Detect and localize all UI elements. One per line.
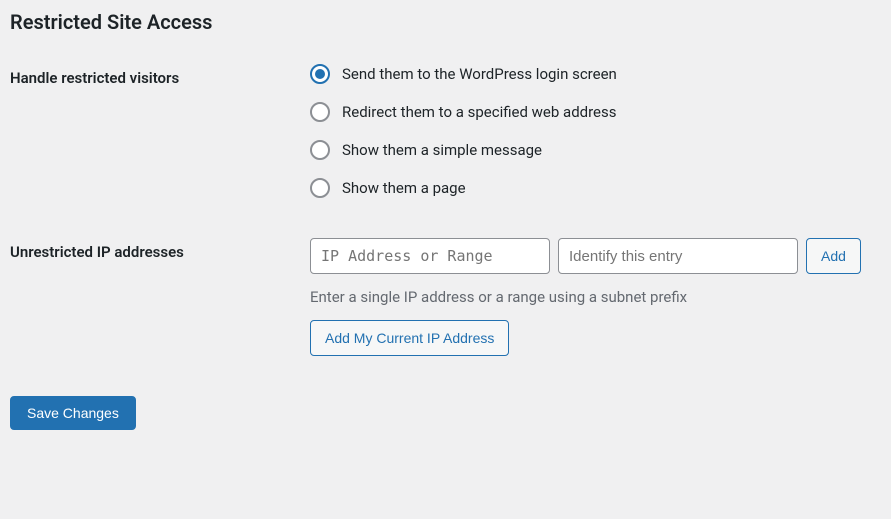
radio-label: Send them to the WordPress login screen bbox=[342, 65, 617, 83]
radio-label: Show them a simple message bbox=[342, 141, 542, 159]
add-my-ip-button[interactable]: Add My Current IP Address bbox=[310, 320, 509, 356]
radio-option-message[interactable]: Show them a simple message bbox=[310, 140, 881, 160]
radio-option-redirect[interactable]: Redirect them to a specified web address bbox=[310, 102, 881, 122]
radio-icon bbox=[310, 178, 330, 198]
radio-icon bbox=[310, 102, 330, 122]
handle-restricted-radio-group: Send them to the WordPress login screen … bbox=[310, 64, 881, 198]
ip-description: Enter a single IP address or a range usi… bbox=[310, 288, 881, 306]
radio-icon bbox=[310, 140, 330, 160]
radio-option-page[interactable]: Show them a page bbox=[310, 178, 881, 198]
radio-label: Show them a page bbox=[342, 179, 466, 197]
radio-option-login[interactable]: Send them to the WordPress login screen bbox=[310, 64, 881, 84]
handle-restricted-label: Handle restricted visitors bbox=[10, 64, 310, 87]
ip-address-input[interactable] bbox=[310, 238, 550, 274]
section-heading: Restricted Site Access bbox=[10, 10, 881, 34]
radio-label: Redirect them to a specified web address bbox=[342, 103, 617, 121]
save-changes-button[interactable]: Save Changes bbox=[10, 396, 136, 430]
add-ip-button[interactable]: Add bbox=[806, 238, 861, 274]
unrestricted-ip-label: Unrestricted IP addresses bbox=[10, 238, 310, 261]
radio-icon bbox=[310, 64, 330, 84]
identify-entry-input[interactable] bbox=[558, 238, 798, 274]
